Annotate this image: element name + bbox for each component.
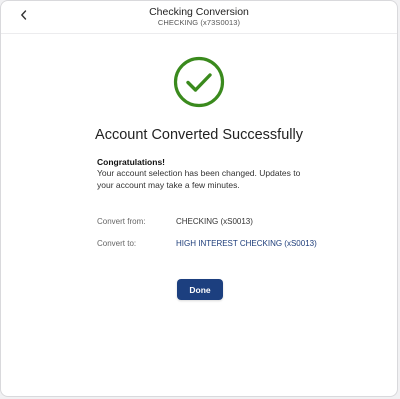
success-heading: Account Converted Successfully [95, 127, 303, 143]
convert-from-value: CHECKING (xS0013) [176, 217, 253, 226]
check-circle-icon [173, 56, 225, 108]
convert-from-label: Convert from: [97, 217, 146, 226]
done-button[interactable]: Done [177, 279, 223, 300]
header: Checking Conversion CHECKING (x73S0013) [1, 1, 397, 34]
page-subtitle: CHECKING (x73S0013) [157, 18, 241, 27]
convert-to-value: HIGH INTEREST CHECKING (xS0013) [176, 239, 317, 248]
congrats-message: Your account selection has been changed.… [97, 168, 301, 190]
conversion-card: Checking Conversion CHECKING (x73S0013) … [0, 0, 398, 397]
congrats-title: Congratulations! [97, 157, 165, 167]
page-title: Checking Conversion [149, 6, 249, 18]
convert-to-label: Convert to: [97, 239, 137, 248]
